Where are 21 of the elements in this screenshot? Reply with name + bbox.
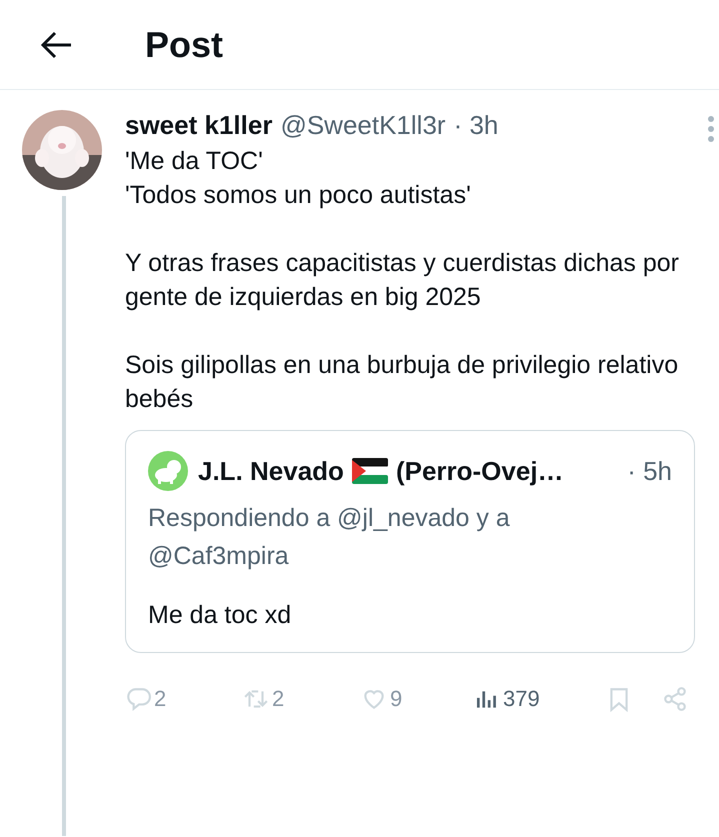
replying-to-text: Respondiendo a @jl_nevado y a @Caf3mpira [148, 503, 511, 572]
repost-count: 2 [272, 686, 284, 712]
back-arrow-icon[interactable] [41, 30, 73, 58]
flag-icon [352, 458, 388, 484]
post-text: Y otras frases capacitistas y cuerdistas dichas por gente de izquierdas en big 2025 [125, 248, 680, 313]
views-count: 379 [503, 686, 540, 712]
reply-count: 2 [154, 686, 166, 712]
author-name[interactable]: sweet k1ller [125, 110, 272, 141]
author-handle[interactable]: @SweetK1ll3r [280, 110, 446, 141]
quoted-post-card[interactable]: J.L. Nevado (Perro-Ovej… · 5h Respondiendo a @jl_nevado y a @Caf3mpira Me da toc xd [125, 430, 695, 653]
quoted-post-text: Me da toc xd [148, 601, 292, 630]
quoted-author-name: J.L. Nevado [198, 456, 344, 486]
post-time: · 3h [454, 110, 498, 141]
post-text: 'Me da TOC' [125, 146, 264, 177]
like-count: 9 [390, 686, 402, 712]
more-options-icon[interactable] [707, 116, 715, 142]
post-text: 'Todos somos un poco autistas' [125, 180, 472, 211]
quoted-post-time: · 5h [627, 456, 672, 486]
post-text: Sois gilipollas en una burbuja de privilegio relativo bebés [125, 350, 680, 415]
quoted-author-name: (Perro-Ovej… [396, 456, 564, 486]
page-title: Post [145, 24, 224, 66]
